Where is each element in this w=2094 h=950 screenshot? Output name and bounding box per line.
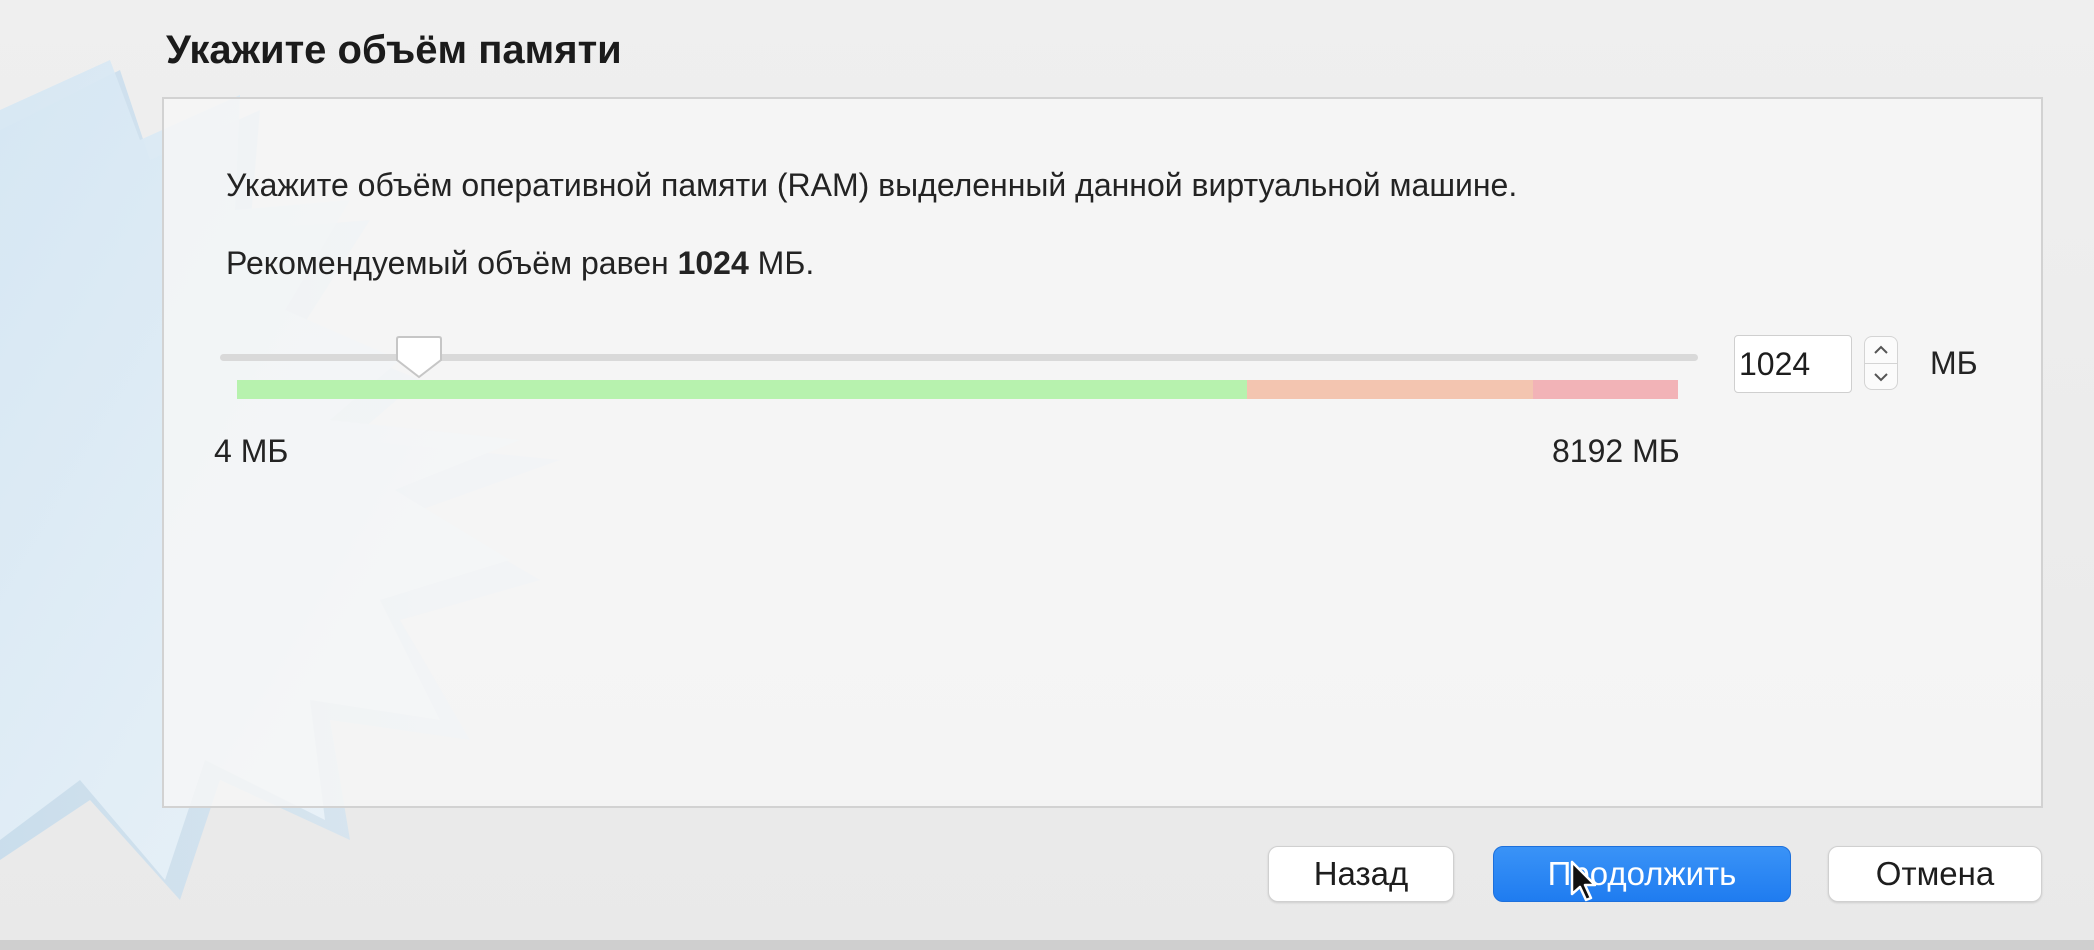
dialog-title: Укажите объём памяти bbox=[166, 28, 622, 72]
recommended-prefix: Рекомендуемый объём равен bbox=[226, 245, 678, 281]
continue-button[interactable]: Продолжить bbox=[1493, 846, 1791, 902]
window-bottom-edge bbox=[0, 940, 2094, 950]
memory-size-input[interactable] bbox=[1734, 335, 1852, 393]
slider-zone-warning bbox=[1247, 380, 1533, 399]
back-button[interactable]: Назад bbox=[1268, 846, 1454, 902]
slider-max-label: 8192 МБ bbox=[1552, 433, 1680, 469]
recommended-value: 1024 bbox=[677, 245, 749, 281]
chevron-down-icon bbox=[1874, 372, 1888, 381]
cancel-button[interactable]: Отмена bbox=[1828, 846, 2042, 902]
stepper-down-button[interactable] bbox=[1864, 363, 1898, 390]
stepper-up-button[interactable] bbox=[1864, 336, 1898, 363]
slider-zone-safe bbox=[237, 380, 1247, 399]
memory-slider-thumb[interactable] bbox=[394, 334, 444, 380]
slider-zone-danger bbox=[1533, 380, 1678, 399]
memory-stepper[interactable] bbox=[1864, 336, 1898, 390]
recommended-text: Рекомендуемый объём равен 1024 МБ. bbox=[226, 245, 814, 282]
description-text: Укажите объём оперативной памяти (RAM) в… bbox=[226, 167, 1518, 203]
memory-size-dialog: Укажите объём памяти Укажите объём опера… bbox=[0, 0, 2094, 950]
memory-unit-label: МБ bbox=[1930, 345, 1978, 381]
slider-min-label: 4 МБ bbox=[214, 433, 289, 469]
recommended-suffix: МБ. bbox=[748, 245, 815, 281]
chevron-up-icon bbox=[1874, 345, 1888, 354]
